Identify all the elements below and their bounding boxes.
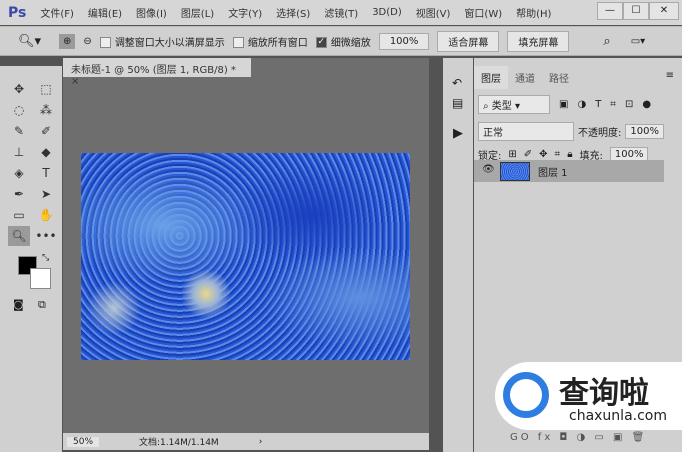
lock-artboard-icon[interactable]: ⌗ xyxy=(555,149,561,160)
filter-smart-icon[interactable]: ⊡ xyxy=(625,99,633,110)
filter-type-select[interactable]: ⌕ 类型 ▾ xyxy=(478,95,550,114)
menu-help[interactable]: 帮助(H) xyxy=(516,5,551,20)
menu-window[interactable]: 窗口(W) xyxy=(464,5,502,20)
eraser-icon[interactable]: ◆ xyxy=(35,142,57,162)
stamp-icon[interactable]: ⊥ xyxy=(8,142,30,162)
filter-type-icon[interactable]: T xyxy=(595,99,601,110)
menu-view[interactable]: 视图(V) xyxy=(416,5,451,20)
panel-menu-icon[interactable]: ≡ xyxy=(666,66,674,89)
lasso-tool-icon[interactable]: ◌ xyxy=(8,100,30,120)
lock-all-icon[interactable]: 🔒︎ xyxy=(567,149,572,160)
properties-icon[interactable]: ▤ xyxy=(452,96,473,110)
watermark-logo: 查询啦 chaxunla.com xyxy=(495,362,682,430)
document-image[interactable] xyxy=(81,153,410,360)
ps-logo: Ps xyxy=(8,4,27,21)
background-color[interactable] xyxy=(30,268,51,289)
maximize-button[interactable]: ☐ xyxy=(623,2,649,20)
paint-bucket-icon[interactable]: ◈ xyxy=(8,163,30,183)
zoom-level[interactable]: 50% xyxy=(67,436,100,447)
type-tool-icon[interactable]: T xyxy=(35,163,57,183)
zoom-out-icon[interactable]: ⊖ xyxy=(83,36,91,47)
menu-edit[interactable]: 编辑(E) xyxy=(88,5,122,20)
watermark-name: 查询啦 xyxy=(559,376,649,411)
zoom-all-checkbox[interactable]: 缩放所有窗口 xyxy=(232,34,308,49)
rectangle-tool-icon[interactable]: ▭ xyxy=(8,205,30,225)
document-tab[interactable]: 未标题-1 @ 50% (图层 1, RGB/8) * × xyxy=(63,58,251,87)
minimize-button[interactable]: — xyxy=(597,2,623,20)
zoom-tool-icon[interactable]: 🔍︎ xyxy=(8,226,30,246)
tab-layers[interactable]: 图层 xyxy=(474,66,508,89)
layer-thumbnail xyxy=(500,162,530,181)
watermark-url: chaxunla.com xyxy=(569,408,667,424)
doc-info: 文档:1.14M/1.14M xyxy=(139,438,219,448)
screen-mode-icon[interactable]: ⧉ xyxy=(38,298,46,312)
actions-play-icon[interactable]: ▶ xyxy=(453,126,473,141)
magic-wand-icon[interactable]: ⁂ xyxy=(35,100,57,120)
status-bar: 50% 文档:1.14M/1.14M › xyxy=(63,433,429,450)
path-select-icon[interactable]: ➤ xyxy=(35,184,57,204)
resize-windows-checkbox[interactable]: 调整窗口大小以满屏显示 xyxy=(99,34,225,49)
opacity-label: 不透明度: xyxy=(578,128,622,139)
quick-mask-icon[interactable]: ◙ xyxy=(13,298,24,311)
brush-icon[interactable]: ✐ xyxy=(35,121,57,141)
status-menu-arrow[interactable]: › xyxy=(259,437,263,447)
zoom-tool-preset-icon[interactable]: 🔍︎▾ xyxy=(18,34,41,49)
menu-3d[interactable]: 3D(D) xyxy=(372,7,402,18)
lock-transparent-icon[interactable]: ⊞ xyxy=(508,149,516,160)
menu-type[interactable]: 文字(Y) xyxy=(228,5,262,20)
close-button[interactable]: ✕ xyxy=(649,2,679,20)
pen-tool-icon[interactable]: ✒ xyxy=(8,184,30,204)
filter-shape-icon[interactable]: ⌗ xyxy=(610,99,616,110)
visibility-eye-icon[interactable]: 👁︎ xyxy=(482,164,495,175)
blend-mode-select[interactable]: 正常 xyxy=(478,122,574,141)
more-tools-icon[interactable]: ••• xyxy=(35,226,57,246)
lock-position-icon[interactable]: ✥ xyxy=(539,149,547,160)
zoom-value-button[interactable]: 100% xyxy=(378,32,430,50)
move-tool-icon[interactable]: ✥ xyxy=(8,79,30,99)
hand-tool-icon[interactable]: ✋ xyxy=(35,205,57,225)
watermark-q-icon xyxy=(503,372,549,418)
menu-filter[interactable]: 滤镜(T) xyxy=(324,5,358,20)
tab-paths[interactable]: 路径 xyxy=(542,66,576,89)
tab-channels[interactable]: 通道 xyxy=(508,66,542,89)
fit-screen-button[interactable]: 适合屏幕 xyxy=(437,30,500,52)
filter-toggle[interactable]: ● xyxy=(642,99,651,110)
options-bar: 🔍︎▾ ⊕ ⊖ 调整窗口大小以满屏显示 缩放所有窗口 ✓ 细微缩放 100% 适合… xyxy=(0,26,682,56)
zoom-in-icon[interactable]: ⊕ xyxy=(59,33,76,49)
opacity-input[interactable]: 100% xyxy=(625,124,664,139)
lock-pixels-icon[interactable]: ✐ xyxy=(524,149,532,160)
menu-select[interactable]: 选择(S) xyxy=(276,5,310,20)
panel-dock: ↶ ▤ ▶ xyxy=(443,58,473,452)
eyedropper-icon[interactable]: ✎ xyxy=(8,121,30,141)
filter-pixel-icon[interactable]: ▣ xyxy=(559,99,568,110)
filter-adjust-icon[interactable]: ◑ xyxy=(577,99,586,110)
swap-colors-icon[interactable]: ⤡ xyxy=(42,253,49,263)
marquee-tool-icon[interactable]: ⬚ xyxy=(35,79,57,99)
menu-image[interactable]: 图像(I) xyxy=(136,5,167,20)
history-icon[interactable]: ↶ xyxy=(452,76,473,90)
workspace-icon[interactable]: ▭▾ xyxy=(631,36,645,47)
menu-file[interactable]: 文件(F) xyxy=(40,5,74,20)
scrubby-zoom-checkbox[interactable]: ✓ 细微缩放 xyxy=(315,34,371,49)
fill-screen-button[interactable]: 填充屏幕 xyxy=(507,30,570,52)
close-tab-icon[interactable]: × xyxy=(71,76,79,87)
menu-layer[interactable]: 图层(L) xyxy=(181,5,214,20)
search-icon[interactable]: ⌕ xyxy=(603,34,610,49)
layer-name[interactable]: 图层 1 xyxy=(538,164,568,179)
menu-bar: Ps 文件(F) 编辑(E) 图像(I) 图层(L) 文字(Y) 选择(S) 滤… xyxy=(0,0,682,25)
layer-bottom-icons[interactable]: GO fx ◘ ◑ ▭ ▣ 🗑 xyxy=(510,432,647,443)
